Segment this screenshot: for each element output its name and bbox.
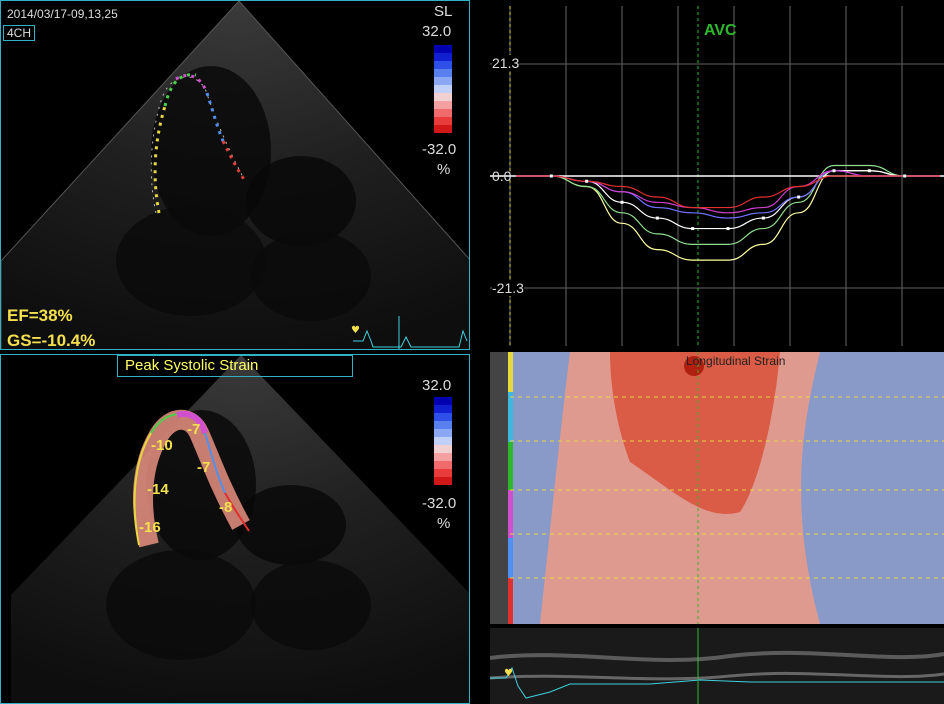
strain-curve-3 <box>516 170 940 219</box>
echo-panel-bottom[interactable]: Peak Systolic Strain 32.0 -32.0 % -7 -10… <box>0 354 470 704</box>
strain-curves-chart <box>490 6 944 346</box>
segment-value-basal-septal: -16 <box>139 519 161 536</box>
echo-panel-top[interactable]: 2014/03/17-09,13,25 4CH SL 32.0 -32.0 % … <box>0 0 470 350</box>
strain-map-title: Longitudinal Strain <box>686 354 786 368</box>
unit-label: % <box>437 161 451 178</box>
unit-label-2: % <box>437 515 451 532</box>
ef-value: EF=38% <box>7 306 73 325</box>
segment-value-apical-lateral: -7 <box>187 421 201 438</box>
average-curve-point <box>797 195 801 199</box>
scale-max-label-2: 32.0 <box>422 377 452 394</box>
average-curve-point <box>832 169 836 173</box>
timestamp: 2014/03/17-09,13,25 <box>7 7 118 21</box>
echo-image-strain <box>11 355 469 703</box>
scale-min-label: -32.0 <box>422 141 457 158</box>
average-curve-point <box>867 169 871 173</box>
mode-label: SL <box>434 3 453 20</box>
strain-title: Peak Systolic Strain <box>125 357 259 374</box>
view-badge: 4CH <box>3 25 36 41</box>
segment-value-basal-lateral: -8 <box>219 499 233 516</box>
segment-value-mid-lateral: -7 <box>197 459 211 476</box>
scale-min-label-2: -32.0 <box>422 495 457 512</box>
average-curve-point <box>691 227 695 231</box>
average-curve-point <box>549 174 553 178</box>
average-curve-point <box>761 216 765 220</box>
strain-map-panel[interactable]: Longitudinal Strain <box>490 352 944 624</box>
gs-value: GS=-10.4% <box>7 331 96 350</box>
strain-curves-panel[interactable]: AVC 21.3 0.0 -21.3 <box>490 6 944 346</box>
scale-max-label: 32.0 <box>422 23 452 40</box>
strain-curve-2 <box>516 170 940 230</box>
mmode-strip <box>490 628 944 704</box>
y-max-label: 21.3 <box>492 55 520 71</box>
average-curve-point <box>903 174 907 178</box>
average-curve-point <box>585 179 589 183</box>
zero-label: 0.0 <box>492 168 512 184</box>
avc-marker-label: AVC <box>704 22 737 39</box>
mmode-ecg-panel[interactable]: ♥ <box>490 628 944 704</box>
segment-value-apical-septal: -10 <box>151 437 173 454</box>
strain-curve-1 <box>516 164 940 245</box>
average-curve-point <box>726 227 730 231</box>
average-curve-point <box>655 216 659 220</box>
strain-curve-0 <box>516 170 940 261</box>
segment-value-mid-septal: -14 <box>147 481 169 498</box>
y-min-label: -21.3 <box>492 280 524 296</box>
echo-image-4ch <box>1 1 469 349</box>
strain-curve-4 <box>516 170 940 214</box>
heart-icon: ♥ <box>351 325 360 336</box>
color-scale-bar-2 <box>434 397 452 485</box>
average-curve-point <box>620 200 624 204</box>
strain-curve-5 <box>516 175 940 209</box>
heart-icon-2: ♥ <box>504 668 513 679</box>
color-scale-bar <box>434 45 452 133</box>
strain-map <box>490 352 944 624</box>
